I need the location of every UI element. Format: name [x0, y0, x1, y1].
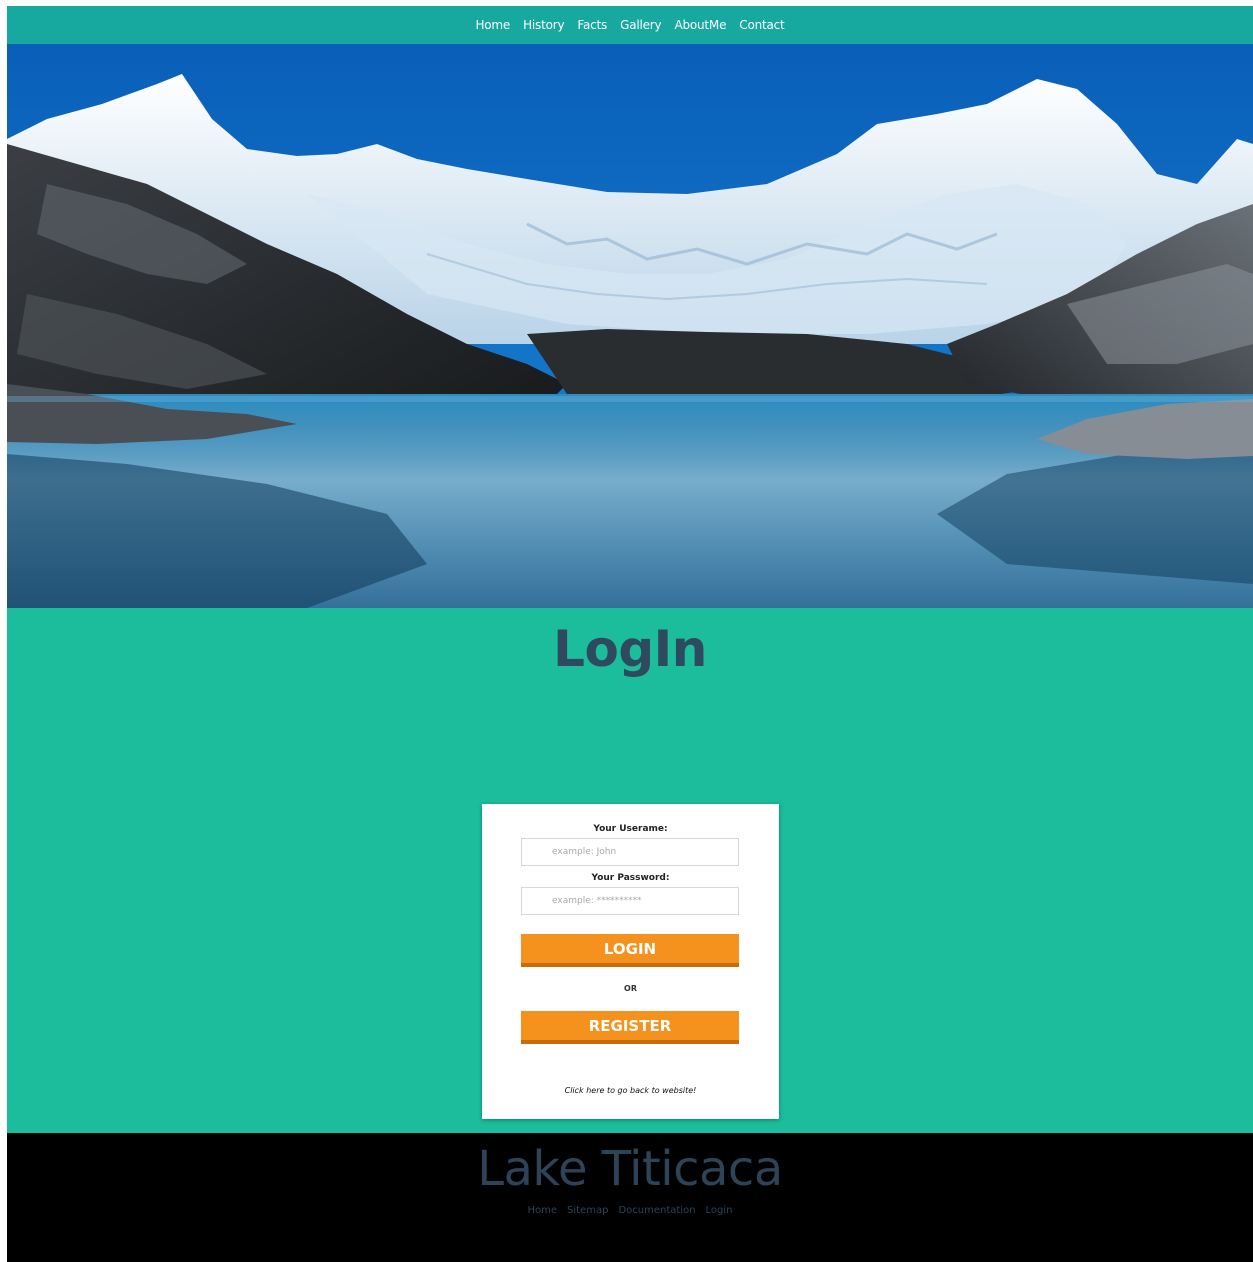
nav-link-gallery[interactable]: Gallery [620, 18, 662, 32]
footer-title: Lake Titicaca [477, 1141, 783, 1197]
nav-link-home[interactable]: Home [475, 18, 510, 32]
login-button[interactable]: LOGIN [521, 934, 739, 967]
or-separator: OR [624, 984, 637, 993]
page-frame: Home History Facts Gallery AboutMe Conta… [7, 6, 1253, 1262]
footer-links: Home Sitemap Documentation Login [7, 1205, 1253, 1216]
footer-link-documentation[interactable]: Documentation [618, 1205, 695, 1216]
password-label: Your Password: [591, 873, 670, 883]
login-card: Your Userame: Your Password: LOGIN OR RE… [482, 804, 779, 1119]
back-to-website-link[interactable]: Click here to go back to website! [482, 1086, 779, 1095]
hero-image [7, 44, 1253, 608]
login-section: LogIn Your Userame: Your Password: LOGIN… [7, 608, 1253, 1133]
nav-link-aboutme[interactable]: AboutMe [674, 18, 726, 32]
top-nav: Home History Facts Gallery AboutMe Conta… [7, 6, 1253, 44]
page-title: LogIn [553, 620, 707, 678]
footer-link-login[interactable]: Login [706, 1205, 733, 1216]
password-input[interactable] [521, 887, 739, 915]
register-button[interactable]: REGISTER [521, 1011, 739, 1044]
footer: Lake Titicaca Home Sitemap Documentation… [7, 1133, 1253, 1262]
footer-link-sitemap[interactable]: Sitemap [567, 1205, 608, 1216]
username-input[interactable] [521, 838, 739, 866]
username-label: Your Userame: [593, 824, 668, 834]
nav-link-contact[interactable]: Contact [739, 18, 784, 32]
nav-link-facts[interactable]: Facts [577, 18, 607, 32]
nav-link-history[interactable]: History [523, 18, 564, 32]
mountain-lake-photo [7, 44, 1253, 608]
footer-link-home[interactable]: Home [527, 1205, 557, 1216]
